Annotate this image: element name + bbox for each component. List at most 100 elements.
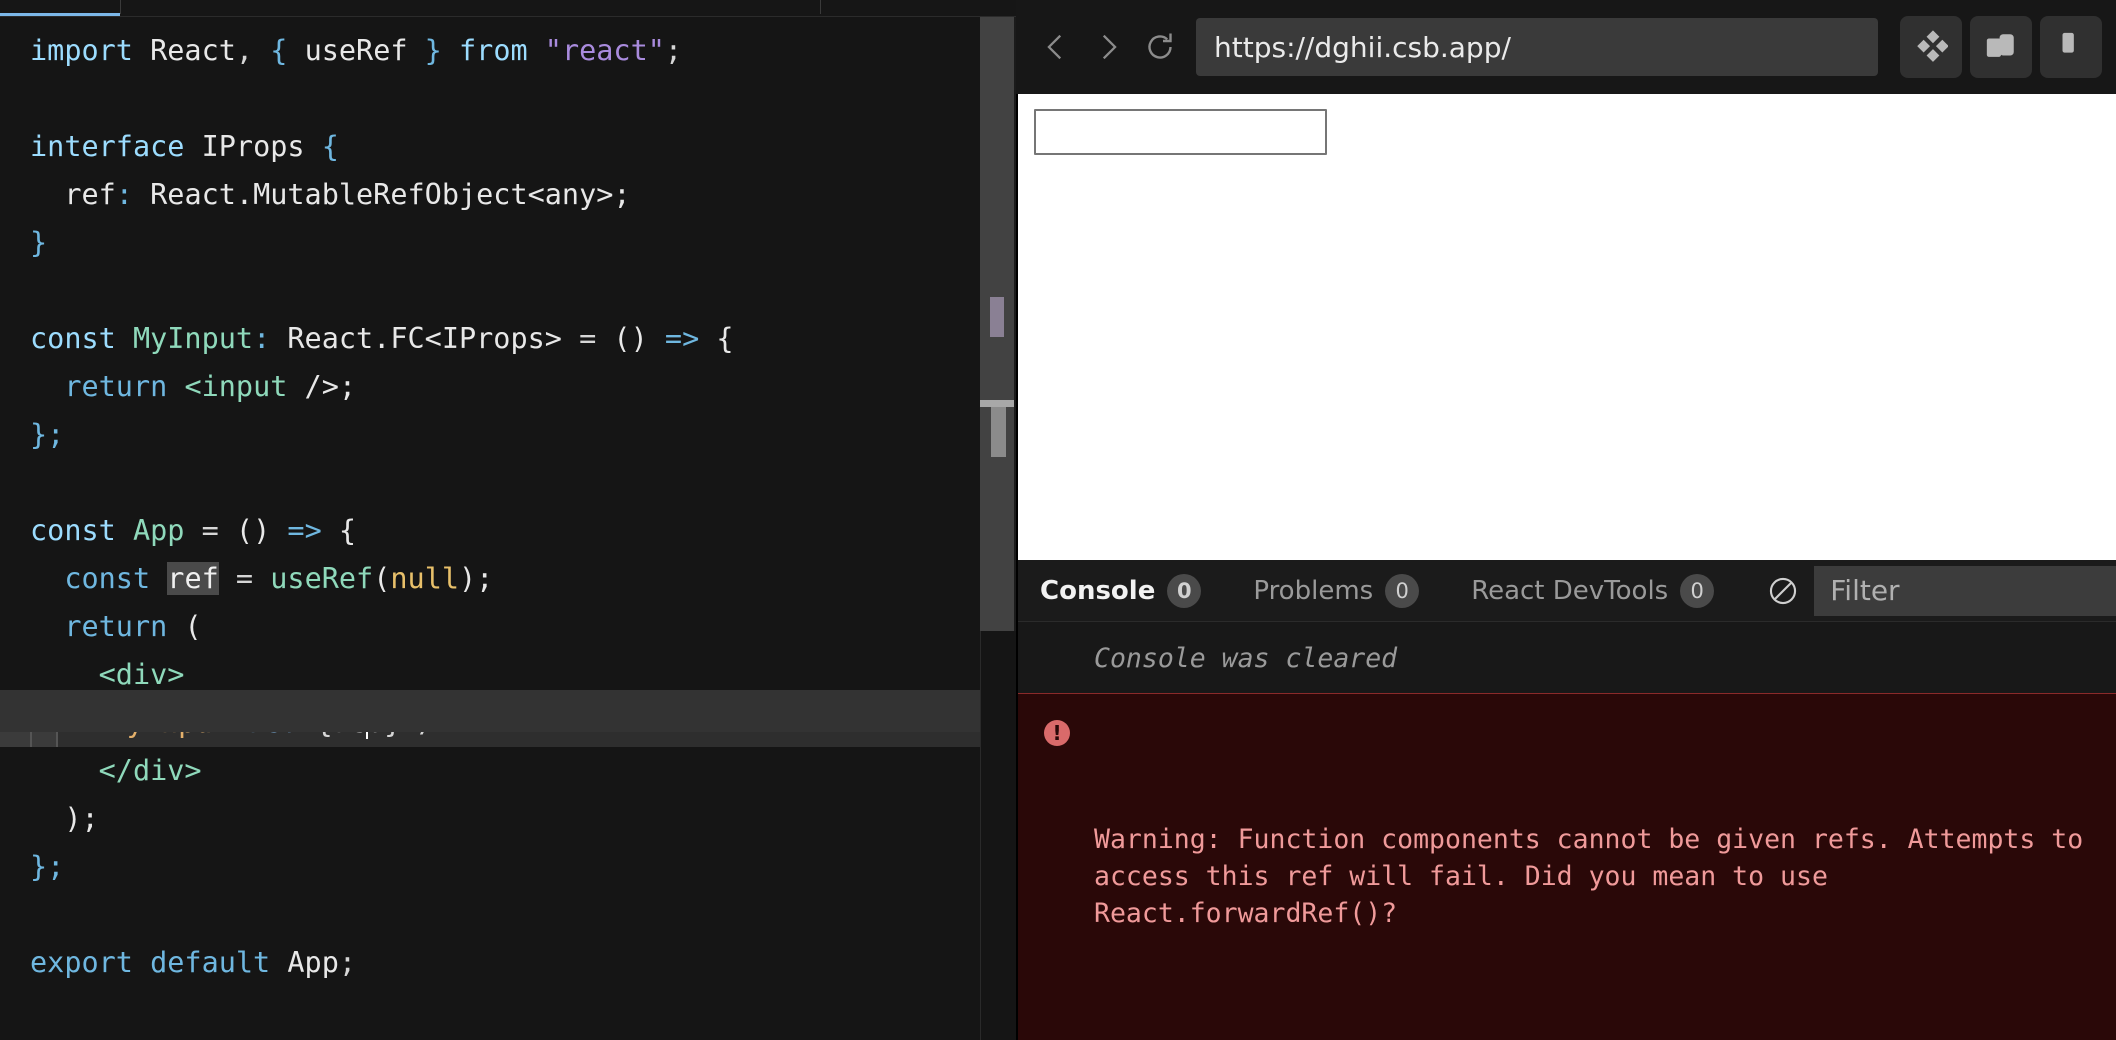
code-token: const bbox=[30, 322, 133, 355]
code-token: App bbox=[287, 946, 339, 979]
tab-problems-count: 0 bbox=[1385, 573, 1420, 608]
code-text-area[interactable]: import React, { useRef } from "react"; i… bbox=[0, 17, 980, 1040]
preview-text-input[interactable] bbox=[1034, 109, 1327, 155]
code-token: () bbox=[613, 322, 648, 355]
code-token: : bbox=[115, 178, 133, 211]
editor-panel-divider bbox=[980, 631, 981, 1040]
code-token: , bbox=[235, 34, 271, 67]
console-error-row[interactable]: ! Warning: Function components cannot be… bbox=[1018, 693, 2116, 1040]
code-token: () bbox=[235, 514, 271, 547]
code-token: React.FC<IProps> bbox=[287, 322, 562, 355]
code-line[interactable]: ref: React.MutableRefObject<any>; bbox=[0, 171, 980, 219]
code-line[interactable]: return <input />; bbox=[0, 363, 980, 411]
code-line[interactable]: import React, { useRef } from "react"; bbox=[0, 27, 980, 75]
back-icon[interactable] bbox=[1030, 21, 1082, 73]
code-token: MyInput bbox=[132, 322, 254, 355]
code-token: React.MutableRefObject<any>; bbox=[132, 178, 631, 211]
code-token: = bbox=[561, 322, 614, 355]
code-token: { bbox=[304, 130, 339, 163]
tab-divider-2 bbox=[820, 0, 821, 14]
code-token: }; bbox=[30, 850, 65, 883]
code-token: ref bbox=[167, 562, 219, 595]
devtools-console-panel: Console 0 Problems 0 React DevTools 0 Fi… bbox=[1016, 560, 2116, 1040]
code-line[interactable]: return ( bbox=[0, 603, 980, 651]
error-badge-icon: ! bbox=[1044, 720, 1070, 746]
tab-console-count: 0 bbox=[1167, 573, 1202, 608]
code-token: }; bbox=[30, 418, 65, 451]
code-line[interactable]: }; bbox=[0, 411, 980, 459]
tab-problems-label: Problems bbox=[1253, 575, 1374, 606]
code-line[interactable]: } bbox=[0, 219, 980, 267]
code-token: ); bbox=[459, 562, 494, 595]
clear-console-icon[interactable] bbox=[1766, 574, 1800, 608]
active-tab-indicator bbox=[0, 13, 120, 16]
url-text: https://dghii.csb.app/ bbox=[1214, 30, 1511, 64]
code-line[interactable]: const MyInput: React.FC<IProps> = () => … bbox=[0, 315, 980, 363]
code-token: </div> bbox=[30, 754, 202, 787]
code-line[interactable] bbox=[0, 267, 980, 315]
code-token: useRef bbox=[304, 34, 408, 67]
code-token: return bbox=[30, 370, 185, 403]
tab-console[interactable]: Console 0 bbox=[1040, 573, 1202, 608]
code-token: ( bbox=[373, 562, 391, 595]
code-line[interactable] bbox=[0, 891, 980, 939]
code-line[interactable] bbox=[0, 75, 980, 123]
code-token: = bbox=[184, 514, 236, 547]
code-token: { bbox=[270, 34, 305, 67]
scrollbar-thumb[interactable] bbox=[991, 407, 1006, 457]
diamond-cluster-icon[interactable] bbox=[1900, 16, 1962, 78]
editor-tab-strip[interactable] bbox=[0, 0, 1016, 17]
console-tab-bar: Console 0 Problems 0 React DevTools 0 Fi… bbox=[1018, 560, 2116, 622]
code-line[interactable]: }; bbox=[0, 843, 980, 891]
scroll-change-marker bbox=[990, 297, 1004, 337]
code-token: useRef bbox=[270, 562, 374, 595]
code-token: from bbox=[441, 34, 545, 67]
code-line[interactable]: const ref = useRef(null); bbox=[0, 555, 980, 603]
code-line[interactable]: </div> bbox=[0, 747, 980, 795]
code-line[interactable]: export default App; bbox=[0, 939, 980, 987]
code-token: { bbox=[321, 514, 357, 547]
code-token: { bbox=[699, 322, 734, 355]
console-error-message: Warning: Function components cannot be g… bbox=[1094, 824, 2100, 929]
code-line[interactable]: interface IProps { bbox=[0, 123, 980, 171]
app-preview-frame bbox=[1016, 94, 2116, 560]
code-token: const bbox=[30, 514, 133, 547]
reload-icon[interactable] bbox=[1134, 21, 1186, 73]
code-token: ; bbox=[338, 946, 357, 979]
code-token: <div> bbox=[30, 658, 185, 691]
console-output[interactable]: Console was cleared ! Warning: Function … bbox=[1018, 623, 2116, 1040]
windows-copy-icon[interactable] bbox=[1970, 16, 2032, 78]
code-token: return bbox=[30, 610, 185, 643]
code-token: ; bbox=[664, 34, 683, 67]
code-line[interactable] bbox=[0, 459, 980, 507]
editor-horizontal-scrollbar[interactable] bbox=[0, 690, 980, 732]
browser-pane: https://dghii.csb.app/ Console 0 Problem… bbox=[1016, 0, 2116, 1040]
code-line[interactable]: const App = () => { bbox=[0, 507, 980, 555]
code-token: />; bbox=[287, 370, 357, 403]
code-token: export default bbox=[30, 946, 288, 979]
code-token: ); bbox=[30, 802, 99, 835]
code-token: App bbox=[132, 514, 185, 547]
url-bar[interactable]: https://dghii.csb.app/ bbox=[1196, 18, 1878, 76]
tab-problems[interactable]: Problems 0 bbox=[1253, 573, 1420, 608]
code-token: React bbox=[150, 34, 236, 67]
tab-divider bbox=[120, 0, 121, 14]
code-token: null bbox=[390, 562, 460, 595]
tab-console-label: Console bbox=[1040, 575, 1156, 606]
code-token: const bbox=[30, 562, 168, 595]
code-token: import bbox=[30, 34, 151, 67]
code-token: = bbox=[218, 562, 271, 595]
console-cleared-text: Console was cleared bbox=[1094, 642, 1398, 674]
code-editor-pane: import React, { useRef } from "react"; i… bbox=[0, 0, 1016, 1040]
tab-react-devtools[interactable]: React DevTools 0 bbox=[1471, 573, 1715, 608]
forward-icon[interactable] bbox=[1082, 21, 1134, 73]
scrollbar-thumb-cap[interactable] bbox=[980, 400, 1016, 407]
editor-vertical-scrollbar[interactable] bbox=[980, 17, 1016, 631]
console-cleared-row: Console was cleared bbox=[1018, 623, 2116, 693]
code-line[interactable]: ); bbox=[0, 795, 980, 843]
console-filter-input[interactable]: Filter bbox=[1814, 565, 2116, 616]
code-token: : bbox=[253, 322, 288, 355]
error-spacer bbox=[1094, 1006, 2098, 1040]
app-root: import React, { useRef } from "react"; i… bbox=[0, 0, 2116, 1040]
external-link-icon[interactable] bbox=[2040, 16, 2102, 78]
